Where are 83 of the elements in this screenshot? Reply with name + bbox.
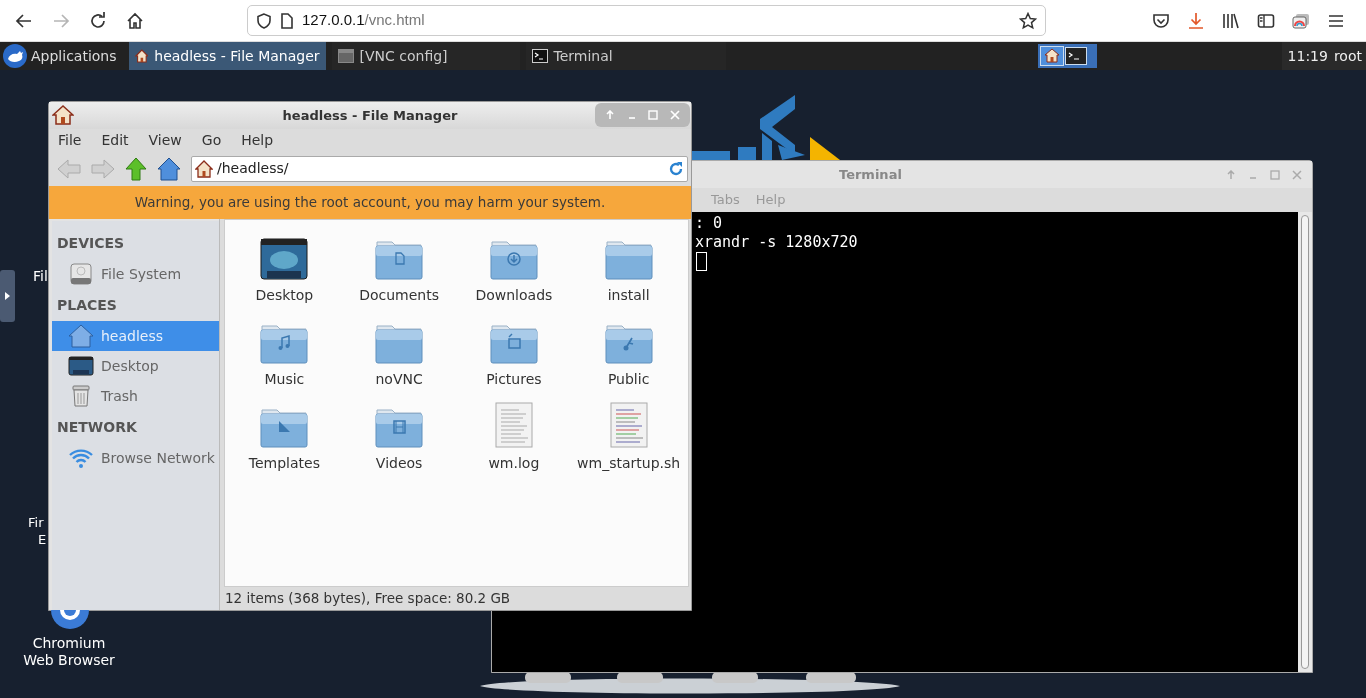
section-heading: DEVICES bbox=[56, 233, 126, 253]
desktop-icon-label[interactable]: Fir bbox=[28, 514, 44, 531]
file-name[interactable]: noVNC bbox=[375, 369, 423, 390]
file-name[interactable]: Documents bbox=[359, 285, 440, 306]
pocket-icon[interactable] bbox=[1152, 11, 1170, 30]
sidebar-item[interactable]: File System bbox=[52, 259, 219, 289]
text-cursor bbox=[696, 252, 707, 271]
warning-banner: Warning, you are using the root account, you may harm your system. bbox=[49, 186, 691, 219]
home-icon bbox=[1039, 46, 1064, 66]
home-icon bbox=[134, 48, 149, 64]
chromium-icon[interactable] bbox=[50, 610, 90, 630]
file-name[interactable]: Public bbox=[607, 369, 650, 390]
video-folder-icon bbox=[375, 406, 424, 448]
desktop-icon-label[interactable]: Web Browser bbox=[14, 652, 124, 669]
folder-icon bbox=[604, 238, 653, 280]
desktop-icon-label[interactable]: E bbox=[38, 531, 47, 548]
desktop-icon-label[interactable]: Chromium bbox=[14, 635, 124, 652]
file-name[interactable]: wm_startup.sh bbox=[577, 453, 681, 474]
location-field[interactable]: /headless/ bbox=[191, 155, 688, 182]
template-folder-icon bbox=[260, 406, 309, 448]
page-icon bbox=[280, 12, 294, 29]
file-name[interactable]: Downloads bbox=[475, 285, 553, 306]
sidebar-item[interactable]: Trash bbox=[52, 381, 219, 411]
document-folder-icon bbox=[375, 238, 424, 280]
desktop-icon-label[interactable]: Fil bbox=[33, 268, 48, 285]
menu-item[interactable]: Edit bbox=[101, 129, 129, 151]
terminal-icon bbox=[1064, 47, 1087, 65]
url-field[interactable]: 127.0.0.1/vnc.html bbox=[247, 5, 1046, 36]
library-icon[interactable] bbox=[1222, 11, 1240, 30]
file-name[interactable]: install bbox=[607, 285, 650, 306]
home-icon bbox=[68, 324, 94, 348]
home-icon bbox=[52, 104, 74, 126]
download-folder-icon bbox=[489, 238, 538, 280]
menu-item[interactable]: View bbox=[148, 129, 182, 151]
menu-item[interactable]: Help bbox=[241, 129, 274, 151]
sidebar-icon[interactable] bbox=[1257, 11, 1275, 30]
window-title: headless - File Manager bbox=[282, 106, 458, 125]
menu-item[interactable]: File bbox=[58, 129, 82, 151]
folder-icon bbox=[375, 322, 424, 364]
wifi-icon bbox=[68, 448, 94, 468]
file-name[interactable]: Desktop bbox=[255, 285, 314, 306]
star-icon[interactable] bbox=[1019, 11, 1037, 30]
trash-icon bbox=[71, 385, 91, 407]
share-folder-icon bbox=[604, 322, 653, 364]
music-folder-icon bbox=[260, 322, 309, 364]
up-arrow-icon[interactable] bbox=[125, 156, 147, 181]
terminal-icon bbox=[531, 49, 548, 63]
desktop-icon bbox=[260, 238, 309, 280]
menu-item[interactable]: Go bbox=[201, 129, 222, 151]
sidebar-item[interactable]: Desktop bbox=[52, 351, 219, 381]
window-icon bbox=[337, 49, 354, 63]
picture-folder-icon bbox=[489, 322, 538, 364]
file-name[interactable]: Videos bbox=[375, 453, 423, 474]
url-text: 127.0.0.1/vnc.html bbox=[302, 10, 425, 31]
download-icon[interactable] bbox=[1187, 11, 1205, 30]
script-file-icon bbox=[609, 402, 648, 448]
text-file-icon bbox=[494, 402, 533, 448]
section-heading: NETWORK bbox=[56, 417, 138, 437]
shade-icon[interactable] bbox=[604, 110, 615, 120]
status-text: 12 items (368 bytes), Free space: 80.2 GB bbox=[224, 589, 512, 609]
file-name[interactable]: Pictures bbox=[486, 369, 542, 390]
panel-handle-icon[interactable] bbox=[0, 270, 15, 322]
shield-icon bbox=[256, 12, 272, 29]
home-icon[interactable] bbox=[157, 156, 181, 181]
section-heading: PLACES bbox=[56, 295, 118, 315]
user-name[interactable]: root bbox=[1333, 45, 1362, 67]
workspace-pager[interactable] bbox=[1037, 44, 1097, 68]
scrollbar[interactable] bbox=[1298, 212, 1312, 672]
mouse-logo-icon bbox=[3, 44, 27, 68]
taskbar-button[interactable]: [VNC config] bbox=[331, 42, 520, 70]
sidebar-item[interactable]: Browse Network bbox=[52, 443, 219, 473]
file-name[interactable]: wm.log bbox=[488, 453, 540, 474]
hard-drive-icon bbox=[69, 263, 93, 285]
desktop-icon bbox=[68, 356, 94, 376]
applications-menu[interactable]: Applications bbox=[0, 42, 125, 70]
window-title: Terminal bbox=[839, 165, 902, 184]
clock[interactable]: 11:19 bbox=[1287, 45, 1328, 67]
home-icon bbox=[195, 159, 213, 178]
file-name[interactable]: Music bbox=[264, 369, 305, 390]
taskbar-button[interactable]: Terminal bbox=[525, 42, 726, 70]
taskbar-button[interactable]: headless - File Manager bbox=[128, 42, 326, 70]
screenshot-icon[interactable] bbox=[1292, 11, 1310, 30]
file-name[interactable]: Templates bbox=[248, 453, 320, 474]
